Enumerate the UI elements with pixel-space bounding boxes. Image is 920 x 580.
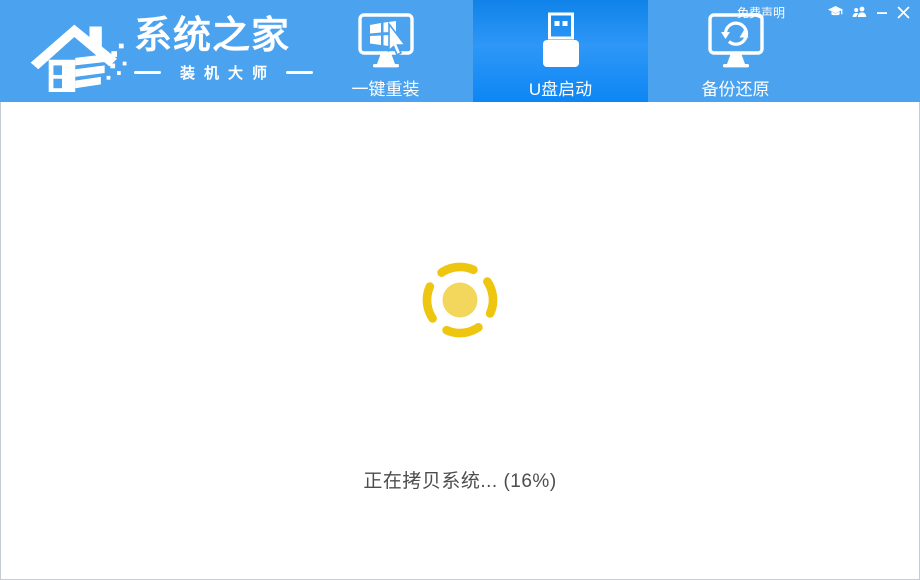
brand-text: 系统之家 装机大师 [134, 16, 313, 83]
spinner-center-dot [443, 283, 478, 318]
tab-label: U盘启动 [529, 75, 592, 100]
loading-spinner [418, 258, 502, 342]
app-window: 系统之家 装机大师 [0, 0, 920, 580]
minimize-icon[interactable] [876, 6, 888, 18]
graduation-cap-icon[interactable] [828, 6, 843, 19]
app-logo: 系统之家 装机大师 [28, 16, 313, 92]
brand-subtitle-row: 装机大师 [134, 62, 313, 83]
house-logo-icon [28, 18, 132, 92]
tab-usb-boot[interactable]: U盘启动 [473, 0, 648, 102]
dash-left [134, 71, 161, 74]
tab-label: 一键重装 [352, 75, 420, 100]
tab-one-key-reinstall[interactable]: 一键重装 [298, 0, 473, 102]
users-icon[interactable] [852, 6, 867, 18]
brand-subtitle: 装机大师 [171, 62, 276, 83]
main-content: 正在拷贝系统... (16%) [0, 102, 920, 580]
tab-label: 备份还原 [702, 75, 770, 100]
progress-status-text: 正在拷贝系统... (16%) [1, 466, 919, 493]
window-topbar: 免费声明 [737, 4, 910, 20]
brand-title: 系统之家 [134, 16, 313, 56]
header-bar: 系统之家 装机大师 [0, 0, 920, 102]
close-icon[interactable] [897, 6, 910, 19]
disclaimer-link[interactable]: 免费声明 [737, 4, 785, 21]
usb-drive-icon [538, 11, 584, 73]
monitor-windows-cursor-icon [351, 11, 421, 73]
